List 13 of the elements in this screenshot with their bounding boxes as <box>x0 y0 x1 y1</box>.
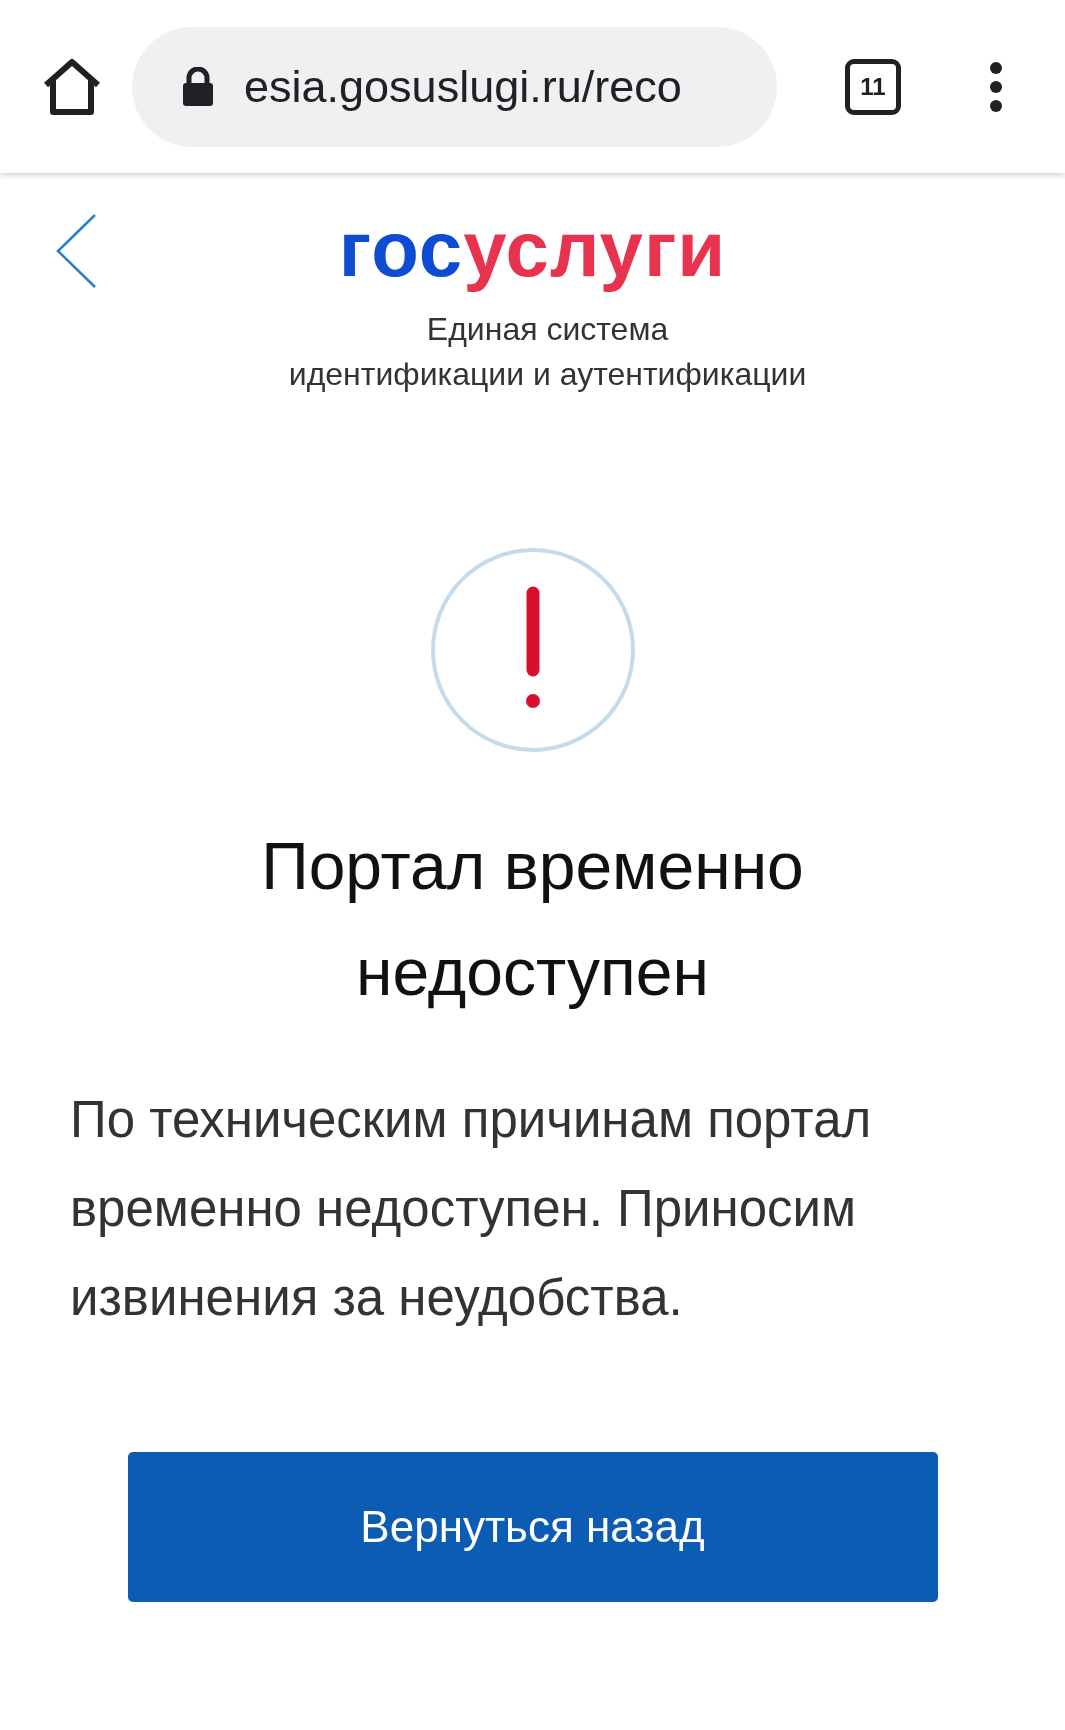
url-text: esia.gosuslugi.ru/reco <box>244 60 682 113</box>
tab-count[interactable]: 11 <box>845 58 901 115</box>
lock-icon <box>182 66 214 107</box>
subtitle: Единая система <box>425 310 670 349</box>
subtitle: идентификации и аутентификации <box>288 355 807 394</box>
warning-icon <box>429 547 636 753</box>
error-heading: Портал временно недоступен <box>260 828 805 1011</box>
back-button[interactable]: Вернуться назад <box>127 1452 938 1602</box>
address-bar[interactable]: esia.gosuslugi.ru/reco <box>132 26 777 147</box>
menu-icon[interactable] <box>989 60 1003 113</box>
back-icon[interactable] <box>55 213 97 289</box>
logo: госуслуги <box>338 204 727 295</box>
error-message: По техническим причинам портал временно недоступен. Приносим извинения за неудобства. <box>70 1090 873 1328</box>
